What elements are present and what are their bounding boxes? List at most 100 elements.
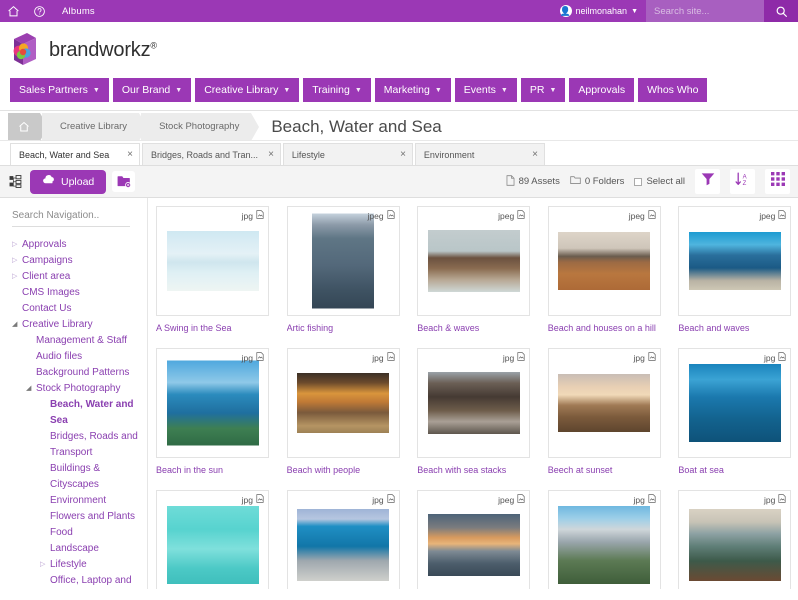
asset-thumbnail-card[interactable]: jpg <box>678 490 792 589</box>
asset-thumbnail-card[interactable]: jpg <box>156 348 269 458</box>
breadcrumb-item-stock-photography[interactable]: Stock Photography <box>141 113 260 141</box>
site-search-input[interactable]: Search site... <box>646 0 764 22</box>
nav-item-our-brand[interactable]: Our Brand ▼ <box>112 78 192 102</box>
asset-card[interactable]: jpg Beech at sunset <box>547 348 661 490</box>
home-icon[interactable] <box>0 0 26 22</box>
search-icon[interactable] <box>764 0 798 22</box>
asset-card[interactable]: jpeg Artic fishing <box>286 206 400 348</box>
breadcrumb-home-icon[interactable] <box>8 113 48 141</box>
sidebar-item-lifestyle[interactable]: ▷ Lifestyle <box>12 557 139 573</box>
sidebar-item-approvals[interactable]: ▷ Approvals <box>12 237 139 253</box>
asset-thumbnail-card[interactable]: jpg <box>156 490 269 589</box>
sidebar-item-management-staff[interactable]: Management & Staff <box>12 333 139 349</box>
asset-card[interactable]: jpg <box>678 490 792 589</box>
asset-thumbnail-card[interactable]: jpg <box>678 348 792 458</box>
sidebar-item-audio-files[interactable]: Audio files <box>12 349 139 365</box>
nav-search-input[interactable]: Search Navigation.. <box>12 210 130 227</box>
asset-card[interactable]: jpg <box>156 490 269 589</box>
tab-bridges-roads-and-tran[interactable]: Bridges, Roads and Tran... × <box>142 143 281 165</box>
nav-item-approvals[interactable]: Approvals <box>569 78 635 102</box>
close-icon[interactable]: × <box>532 149 538 160</box>
asset-thumbnail-card[interactable]: jpg <box>286 490 400 589</box>
breadcrumb-item-creative-library[interactable]: Creative Library <box>42 113 148 141</box>
sidebar-item-buildings-cityscapes[interactable]: Buildings & Cityscapes <box>12 461 139 493</box>
asset-thumbnail-card[interactable]: jpg <box>547 490 661 589</box>
asset-thumbnail-card[interactable]: jpeg <box>547 206 661 316</box>
tree-panel-icon[interactable] <box>6 175 24 188</box>
nav-item-training[interactable]: Training ▼ <box>303 78 371 102</box>
asset-name-label[interactable]: A Swing in the Sea <box>156 322 269 334</box>
asset-card[interactable]: jpg Beach with sea stacks <box>417 348 531 490</box>
close-icon[interactable]: × <box>268 149 274 160</box>
brandworkz-logo-icon[interactable] <box>10 31 40 69</box>
asset-card[interactable]: jpeg Beach and waves <box>678 206 792 348</box>
chevron-right-icon[interactable]: ▷ <box>12 269 22 285</box>
asset-thumbnail-card[interactable]: jpeg <box>417 490 531 589</box>
asset-thumbnail-card[interactable]: jpg <box>156 206 269 316</box>
close-icon[interactable]: × <box>127 149 133 160</box>
tab-lifestyle[interactable]: Lifestyle × <box>282 143 413 165</box>
upload-button[interactable]: Upload <box>30 169 107 194</box>
albums-link[interactable]: Albums <box>62 6 95 17</box>
sidebar-item-client-area[interactable]: ▷ Client area <box>12 269 139 285</box>
asset-card[interactable]: jpg <box>547 490 661 589</box>
asset-thumbnail-card[interactable]: jpg <box>547 348 661 458</box>
asset-thumbnail-card[interactable]: jpeg <box>417 206 531 316</box>
asset-name-label[interactable]: Beach with people <box>287 464 400 476</box>
checkbox-icon[interactable] <box>634 177 643 186</box>
asset-name-label[interactable]: Beach with sea stacks <box>417 464 530 476</box>
chevron-right-icon[interactable]: ▷ <box>12 253 22 269</box>
asset-name-label[interactable]: Beach and waves <box>678 322 791 334</box>
nav-item-marketing[interactable]: Marketing ▼ <box>374 78 451 102</box>
asset-card[interactable]: jpeg <box>417 490 531 589</box>
asset-thumbnail-card[interactable]: jpeg <box>678 206 792 316</box>
asset-thumbnail-card[interactable]: jpg <box>417 348 531 458</box>
chevron-right-icon[interactable]: ▷ <box>40 557 50 573</box>
asset-card[interactable]: jpg A Swing in the Sea <box>156 206 269 348</box>
nav-item-creative-library[interactable]: Creative Library ▼ <box>195 78 300 102</box>
asset-name-label[interactable]: Artic fishing <box>287 322 400 334</box>
sidebar-item-cms-images[interactable]: CMS Images <box>12 285 139 301</box>
tab-beach-water-and-sea[interactable]: Beach, Water and Sea × <box>10 143 140 165</box>
asset-card[interactable]: jpeg Beach & waves <box>417 206 531 348</box>
sidebar-item-stock-photography[interactable]: ◢ Stock Photography <box>12 381 139 397</box>
asset-name-label[interactable]: Beach in the sun <box>156 464 269 476</box>
nav-item-sales-partners[interactable]: Sales Partners ▼ <box>10 78 109 102</box>
new-folder-icon[interactable] <box>112 171 136 192</box>
sidebar-item-flowers-and-plants[interactable]: Flowers and Plants <box>12 509 139 525</box>
asset-name-label[interactable]: Beech at sunset <box>548 464 661 476</box>
sidebar-item-landscape[interactable]: Landscape <box>12 541 139 557</box>
asset-name-label[interactable]: Beach and houses on a hill <box>548 322 661 334</box>
sidebar-item-campaigns[interactable]: ▷ Campaigns <box>12 253 139 269</box>
asset-card[interactable]: jpg Boat at sea <box>678 348 792 490</box>
sidebar-item-food[interactable]: Food <box>12 525 139 541</box>
nav-item-whos-who[interactable]: Whos Who <box>638 78 708 102</box>
asset-thumbnail-card[interactable]: jpg <box>286 348 400 458</box>
asset-card[interactable]: jpeg Beach and houses on a hill <box>547 206 661 348</box>
user-menu[interactable]: 👤 neilmonahan ▼ <box>552 0 646 22</box>
sidebar-item-background-patterns[interactable]: Background Patterns <box>12 365 139 381</box>
sidebar-item-contact-us[interactable]: Contact Us <box>12 301 139 317</box>
sort-button[interactable]: A Z <box>730 169 755 194</box>
sidebar-item-bridges-roads-and-transport[interactable]: Bridges, Roads and Transport <box>12 429 139 461</box>
chevron-down-icon[interactable]: ◢ <box>12 317 22 333</box>
question-circle-icon[interactable] <box>26 0 52 22</box>
nav-item-events[interactable]: Events ▼ <box>454 78 517 102</box>
asset-card[interactable]: jpg Beach with people <box>286 348 400 490</box>
asset-card[interactable]: jpg Beach in the sun <box>156 348 269 490</box>
nav-item-pr[interactable]: PR ▼ <box>520 78 566 102</box>
close-icon[interactable]: × <box>400 149 406 160</box>
sidebar-item-environment[interactable]: Environment <box>12 493 139 509</box>
grid-view-button[interactable] <box>765 169 790 194</box>
chevron-down-icon[interactable]: ◢ <box>26 381 36 397</box>
asset-name-label[interactable]: Beach & waves <box>417 322 530 334</box>
chevron-right-icon[interactable]: ▷ <box>12 237 22 253</box>
asset-thumbnail-card[interactable]: jpeg <box>286 206 400 316</box>
asset-name-label[interactable]: Boat at sea <box>678 464 791 476</box>
sidebar-item-creative-library[interactable]: ◢ Creative Library <box>12 317 139 333</box>
filter-button[interactable] <box>695 169 720 194</box>
select-all-checkbox[interactable]: Select all <box>634 176 685 187</box>
asset-card[interactable]: jpg <box>286 490 400 589</box>
sidebar-item-beach-water-and-sea[interactable]: Beach, Water and Sea <box>12 397 139 429</box>
tab-environment[interactable]: Environment × <box>414 143 545 165</box>
